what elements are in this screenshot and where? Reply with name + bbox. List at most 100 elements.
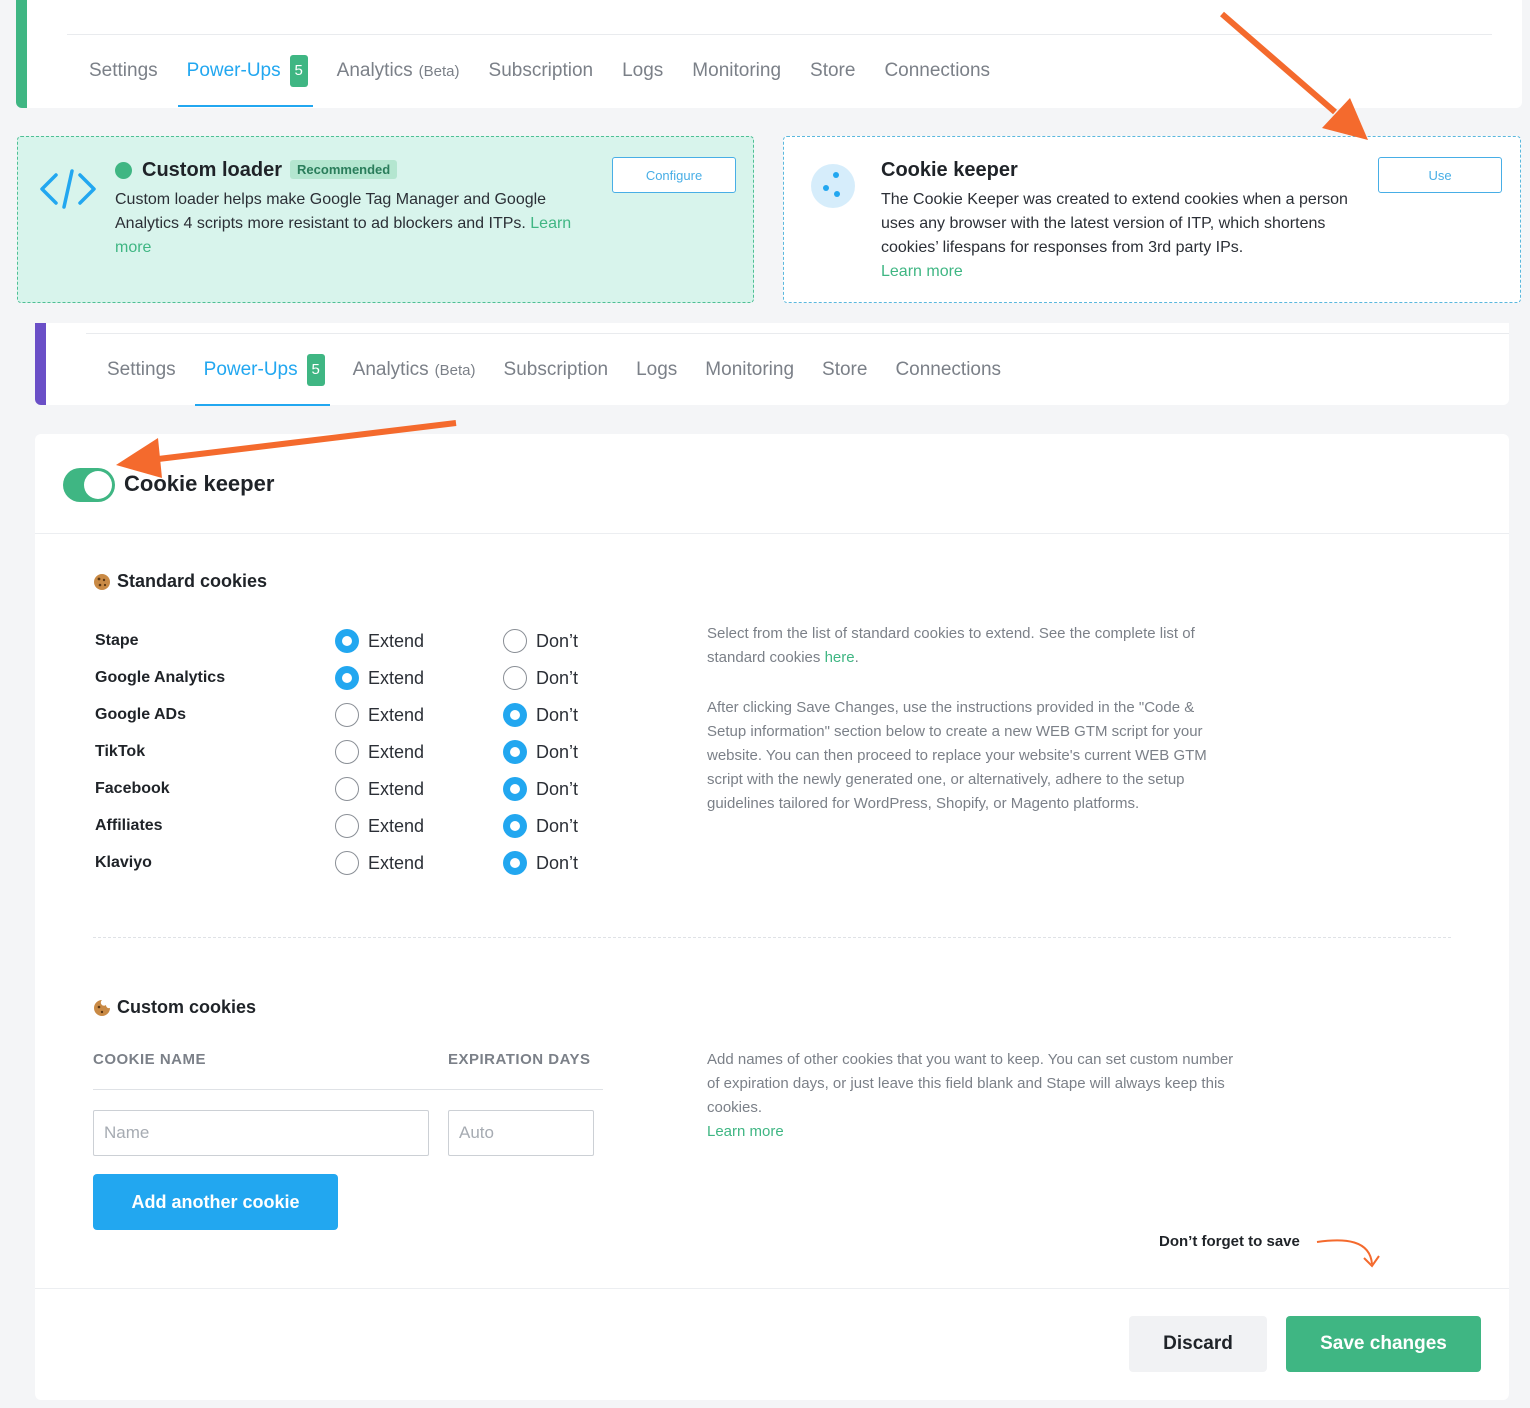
tab-label: Monitoring <box>705 359 795 380</box>
second-nav-bar: Settings Power-Ups 5 Analytics (Beta) Subs… <box>35 323 1509 406</box>
tab-analytics[interactable]: Analytics (Beta) <box>353 351 476 389</box>
card-title-text: Custom loader <box>142 159 283 181</box>
dont-radio[interactable]: Don’t <box>503 851 578 875</box>
tab-label: Analytics <box>352 359 429 380</box>
custom-cookies-heading: Custom cookies <box>93 997 256 1018</box>
tab-label: Logs <box>622 60 664 81</box>
tab-label: Power-Ups <box>203 359 298 380</box>
tab-label: Store <box>822 359 868 380</box>
tab-subscription[interactable]: Subscription <box>489 52 594 90</box>
top-tabs: Settings Power-Ups 5 Analytics (Beta) Subs… <box>89 52 1019 107</box>
radio-circle <box>503 703 527 727</box>
tab-label: Subscription <box>488 60 594 81</box>
discard-button[interactable]: Discard <box>1129 1316 1267 1372</box>
save-changes-button[interactable]: Save changes <box>1286 1316 1481 1372</box>
count-badge: 5 <box>306 354 325 386</box>
dont-radio[interactable]: Don’t <box>503 814 578 838</box>
tab-subscription[interactable]: Subscription <box>504 351 609 389</box>
radio-circle <box>503 851 527 875</box>
learn-more-link[interactable]: Learn more <box>707 1123 784 1140</box>
extend-radio[interactable]: Extend <box>335 814 424 838</box>
cookie-name-input[interactable] <box>93 1110 429 1156</box>
standard-help-text: Select from the list of standard cookies… <box>707 625 1195 666</box>
tab-monitoring[interactable]: Monitoring <box>692 52 781 90</box>
expiration-days-column-header: EXPIRATION DAYS <box>448 1051 591 1068</box>
cookie-row: TikTok Extend Don’t <box>95 738 655 768</box>
radio-circle <box>503 740 527 764</box>
radio-label: Extend <box>368 815 425 836</box>
dont-radio[interactable]: Don’t <box>503 703 578 727</box>
tab-analytics[interactable]: Analytics (Beta) <box>337 52 460 90</box>
radio-circle <box>335 629 359 653</box>
cookie-row: Google ADs Extend Don’t <box>95 701 655 731</box>
cookie-row: Klaviyo Extend Don’t <box>95 849 655 879</box>
radio-circle <box>335 666 359 690</box>
radio-circle <box>335 814 359 838</box>
add-another-cookie-button[interactable]: Add another cookie <box>93 1174 338 1230</box>
radio-circle <box>335 777 359 801</box>
cookie-emoji-icon <box>94 573 110 590</box>
radio-circle <box>503 629 527 653</box>
cookie-row: Facebook Extend Don’t <box>95 775 655 805</box>
cookie-icon <box>811 164 855 208</box>
tab-connections[interactable]: Connections <box>895 351 1001 389</box>
tab-connections[interactable]: Connections <box>884 52 990 90</box>
extend-radio[interactable]: Extend <box>335 740 424 764</box>
tab-label: Connections <box>895 359 1002 380</box>
setup-help-text: After clicking Save Changes, use the ins… <box>707 699 1207 812</box>
tab-label: Settings <box>89 60 158 81</box>
extend-radio[interactable]: Extend <box>335 629 424 653</box>
dont-radio[interactable]: Don’t <box>503 666 578 690</box>
curved-arrow-icon <box>1316 1239 1380 1268</box>
card-description-text: The Cookie Keeper was created to extend … <box>881 191 1348 256</box>
cookie-keeper-card: Cookie keeper The Cookie Keeper was crea… <box>783 136 1521 303</box>
tab-store[interactable]: Store <box>822 351 867 389</box>
cookie-name-label: Google ADs <box>95 706 186 723</box>
tab-power-ups[interactable]: Power-Ups 5 <box>194 351 330 406</box>
dont-radio[interactable]: Don’t <box>503 629 578 653</box>
learn-more-link[interactable]: Learn more <box>881 263 963 280</box>
second-tabs: Settings Power-Ups 5 Analytics (Beta) Subs… <box>107 351 1029 406</box>
expiration-days-input[interactable] <box>448 1110 594 1156</box>
extend-radio[interactable]: Extend <box>335 666 424 690</box>
tab-monitoring[interactable]: Monitoring <box>705 351 794 389</box>
status-dot-icon <box>115 162 132 179</box>
save-reminder: Don’t forget to save <box>1159 1233 1300 1250</box>
column-divider <box>93 1089 603 1090</box>
cookie-name-label: Google Analytics <box>95 669 226 686</box>
tab-label: Logs <box>636 359 678 380</box>
extend-radio[interactable]: Extend <box>335 777 424 801</box>
count-badge: 5 <box>289 55 308 87</box>
nav-divider <box>86 333 1509 334</box>
tab-settings[interactable]: Settings <box>107 351 176 389</box>
radio-label: Don’t <box>536 852 579 873</box>
cookie-row: Affiliates Extend Don’t <box>95 812 655 842</box>
cookie-row: Google Analytics Extend Don’t <box>95 664 655 694</box>
header-divider <box>35 533 1509 534</box>
tab-settings[interactable]: Settings <box>89 52 158 90</box>
cookie-name-label: Stape <box>95 632 139 649</box>
radio-label: Extend <box>368 667 425 688</box>
tab-logs[interactable]: Logs <box>636 351 677 389</box>
tab-power-ups[interactable]: Power-Ups 5 <box>177 52 313 107</box>
here-link[interactable]: here <box>825 649 855 666</box>
cookie-name-label: TikTok <box>95 743 146 760</box>
card-description-text: Custom loader helps make Google Tag Mana… <box>115 191 547 232</box>
dont-radio[interactable]: Don’t <box>503 777 578 801</box>
dont-radio[interactable]: Don’t <box>503 740 578 764</box>
radio-label: Don’t <box>536 741 579 762</box>
footer-divider <box>35 1288 1509 1289</box>
enable-toggle[interactable] <box>63 468 115 502</box>
extend-radio[interactable]: Extend <box>335 703 424 727</box>
configure-button[interactable]: Configure <box>612 157 736 193</box>
use-button[interactable]: Use <box>1378 157 1502 193</box>
standard-cookies-heading: Standard cookies <box>93 571 267 592</box>
radio-label: Don’t <box>536 630 579 651</box>
radio-circle <box>335 703 359 727</box>
toggle-knob <box>84 471 112 499</box>
tab-store[interactable]: Store <box>810 52 855 90</box>
tab-label: Store <box>810 60 856 81</box>
custom-loader-card: Custom loader Recommended Custom loader h… <box>17 136 754 303</box>
extend-radio[interactable]: Extend <box>335 851 424 875</box>
tab-logs[interactable]: Logs <box>622 52 663 90</box>
